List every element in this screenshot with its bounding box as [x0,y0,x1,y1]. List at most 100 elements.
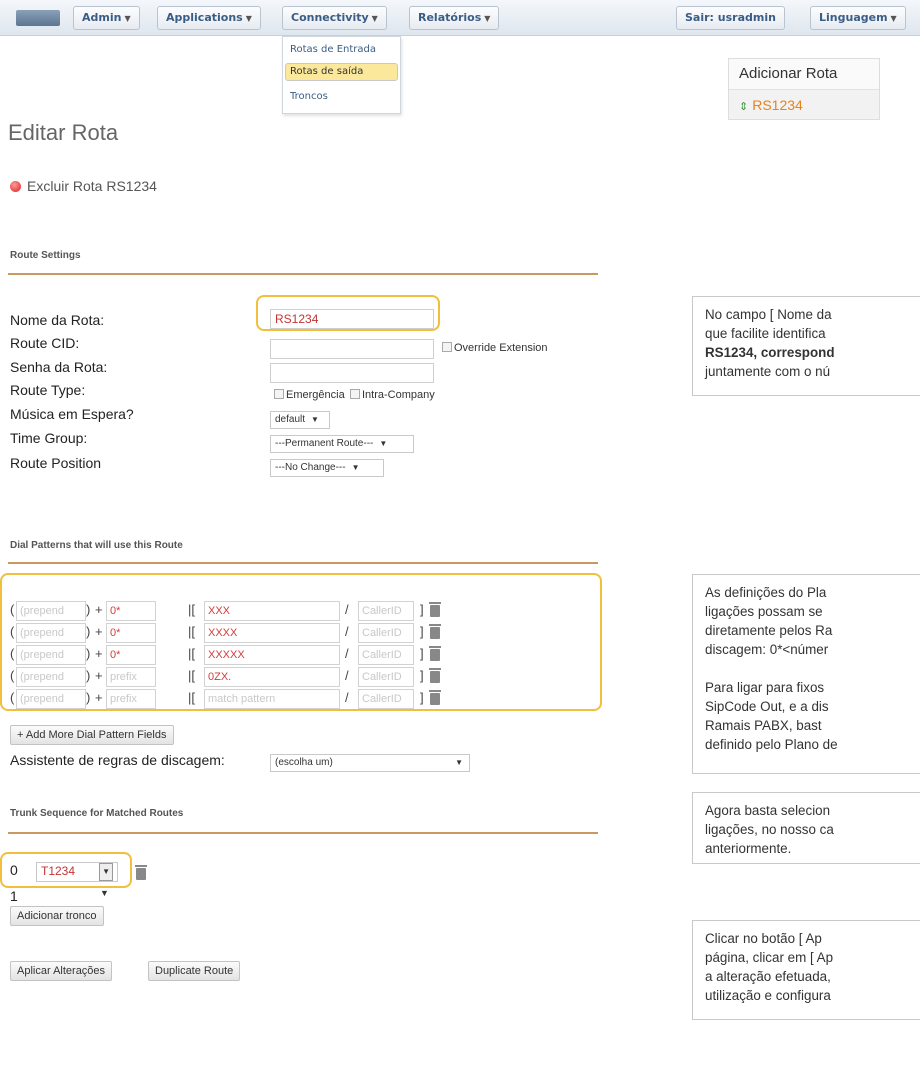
route-password-label: Senha da Rota: [10,359,108,375]
dial-patterns-heading: Dial Patterns that will use this Route [10,540,183,551]
bracket-close: ] [420,602,424,617]
override-extension-label: Override Extension [454,342,548,354]
route-position-select[interactable]: ---No Change--- ▼ [270,459,384,477]
bracket-open: |[ [188,624,195,639]
menu-item-troncos[interactable]: Troncos [285,87,398,107]
nav-relatorios[interactable]: Relatórios ▼ [409,6,500,30]
prefix-input[interactable]: 0* [106,645,156,665]
music-select-value: default [275,414,306,425]
time-group-select[interactable]: ---Permanent Route--- ▼ [270,435,414,453]
add-trunk-button[interactable]: Adicionar tronco [10,906,104,926]
prepend-input[interactable]: (prepend [16,623,86,643]
route-name-input[interactable]: RS1234 [270,309,434,329]
note-line: utilização e configura [705,988,831,1003]
route-type-intra-checkbox[interactable]: Intra-Company [350,389,435,401]
note-route-name: No campo [ Nome da que facilite identifi… [692,296,920,396]
paren-close: ) [86,646,91,661]
music-select[interactable]: default ▼ [270,411,330,429]
override-extension-checkbox[interactable]: Override Extension [442,342,548,354]
prepend-input[interactable]: (prepend [16,667,86,687]
route-position-label: Route Position [10,455,102,471]
match-pattern-input[interactable]: XXXXX [204,645,340,665]
plus-sign: + [95,602,103,617]
prepend-input[interactable]: (prepend [16,689,86,709]
language-menu[interactable]: Linguagem ▼ [810,6,906,30]
bracket-close: ] [420,646,424,661]
chevron-down-icon: ▼ [99,863,113,881]
dial-wizard-value: (escolha um) [275,757,333,768]
match-pattern-input[interactable]: match pattern [204,689,340,709]
chevron-down-icon: ▼ [124,14,131,23]
note-line: a alteração efetuada, [705,969,831,984]
prepend-input[interactable]: (prepend [16,645,86,665]
add-dial-pattern-button[interactable]: + Add More Dial Pattern Fields [10,725,174,745]
slash: / [345,624,349,639]
prefix-input[interactable]: 0* [106,601,156,621]
callerid-input[interactable]: CallerID [358,667,414,687]
trash-icon[interactable] [429,646,441,661]
paren-open: ( [10,646,15,661]
trash-icon[interactable] [429,602,441,617]
note-spacer [705,659,920,678]
chevron-down-icon: ▼ [484,14,491,23]
plus-sign: + [95,668,103,683]
callerid-input[interactable]: CallerID [358,623,414,643]
match-pattern-input[interactable]: 0ZX. [204,667,340,687]
nav-connectivity[interactable]: Connectivity ▼ [282,6,387,30]
prefix-input[interactable]: prefix [106,667,156,687]
paren-close: ) [86,624,91,639]
menu-item-rotas-saida[interactable]: Rotas de saída [285,63,398,81]
menu-item-rotas-entrada[interactable]: Rotas de Entrada [285,40,398,60]
bracket-open: |[ [188,646,195,661]
callerid-input[interactable]: CallerID [358,689,414,709]
bracket-close: ] [420,690,424,705]
nav-relatorios-label: Relatórios [418,11,482,24]
nav-admin[interactable]: Admin ▼ [73,6,140,30]
plus-sign: + [95,690,103,705]
match-pattern-input[interactable]: XXXX [204,623,340,643]
music-on-hold-label: Música em Espera? [10,406,134,422]
note-line: diretamente pelos Ra [705,623,833,638]
checkbox-icon [350,389,360,399]
callerid-input[interactable]: CallerID [358,645,414,665]
duplicate-route-button[interactable]: Duplicate Route [148,961,241,981]
note-line: As definições do Pla [705,585,827,600]
match-pattern-input[interactable]: XXX [204,601,340,621]
plus-sign: + [95,646,103,661]
trash-icon[interactable] [429,668,441,683]
time-group-label: Time Group: [10,430,88,446]
prefix-input[interactable]: 0* [106,623,156,643]
route-settings-heading: Route Settings [10,250,81,261]
prefix-input[interactable]: prefix [106,689,156,709]
route-type-emergency-checkbox[interactable]: Emergência [274,389,345,401]
prepend-input[interactable]: (prepend [16,601,86,621]
note-apply: Clicar no botão [ Ap página, clicar em [… [692,920,920,1020]
route-cid-label: Route CID: [10,335,80,351]
add-route-link[interactable]: Adicionar Rota [729,59,879,89]
route-list-item[interactable]: ⇕ RS1234 [729,89,879,119]
dial-wizard-select[interactable]: (escolha um) ▼ [270,754,470,772]
callerid-input[interactable]: CallerID [358,601,414,621]
chevron-down-icon: ▼ [371,14,378,23]
nav-applications[interactable]: Applications ▼ [157,6,261,30]
app-logo[interactable] [16,10,60,26]
apply-changes-button[interactable]: Aplicar Alterações [10,961,113,981]
note-line: ligações possam se [705,604,823,619]
trash-icon[interactable] [429,690,441,705]
chevron-down-icon[interactable]: ▼ [100,888,109,898]
note-line: juntamente com o nú [705,364,831,379]
trunk-value-0: T1234 [41,864,76,878]
route-password-input[interactable] [270,363,434,383]
trash-icon[interactable] [135,865,147,880]
route-cid-input[interactable] [270,339,434,359]
note-line: Clicar no botão [ Ap [705,931,822,946]
delete-icon [10,181,21,192]
trunk-select-0[interactable]: T1234 ▼ [36,862,118,882]
delete-route-link[interactable]: Excluir Rota RS1234 [10,178,157,194]
logout-button[interactable]: Sair: usradmin [676,6,785,30]
trash-icon[interactable] [429,624,441,639]
note-trunks: Agora basta selecion ligações, no nosso … [692,792,920,864]
page-title: Editar Rota [8,120,119,145]
trunk-sequence-heading: Trunk Sequence for Matched Routes [10,808,184,819]
paren-close: ) [86,602,91,617]
